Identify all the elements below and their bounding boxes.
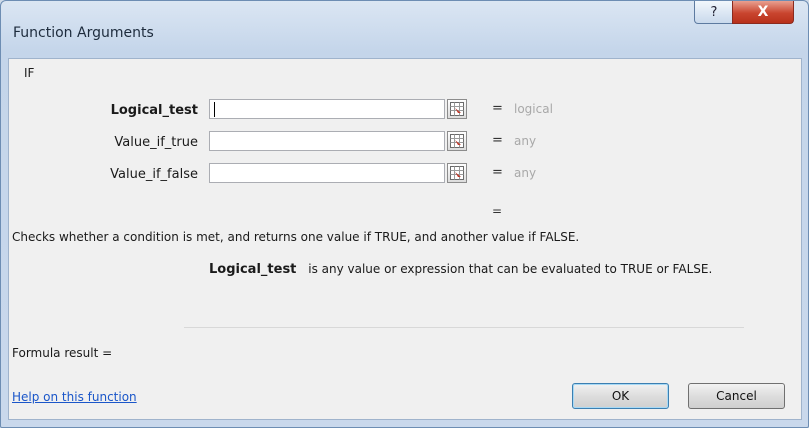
argument-description-name: Logical_test — [209, 262, 297, 277]
evaluated-type-any: any — [514, 166, 537, 180]
equals-sign: = — [492, 101, 503, 116]
logical-test-range-button[interactable] — [447, 99, 467, 119]
function-description: Checks whether a condition is met, and r… — [12, 230, 580, 244]
value-if-false-input[interactable] — [209, 163, 445, 183]
dialog-title: Function Arguments — [13, 25, 154, 41]
collapse-dialog-icon — [450, 166, 464, 180]
ok-button[interactable]: OK — [572, 383, 669, 409]
close-icon: X — [757, 4, 769, 20]
formula-result-label: Formula result = — [12, 346, 113, 360]
collapse-dialog-icon — [450, 134, 464, 148]
collapse-dialog-icon — [450, 102, 464, 116]
cancel-button[interactable]: Cancel — [688, 383, 785, 409]
argument-label-value-if-false: Value_if_false — [110, 167, 198, 182]
value-if-false-range-button[interactable] — [447, 163, 467, 183]
equals-sign: = — [492, 133, 503, 148]
equals-sign: = — [492, 165, 503, 180]
evaluated-type-any: any — [514, 134, 537, 148]
text-caret — [214, 102, 215, 117]
argument-description-text: is any value or expression that can be e… — [308, 262, 713, 276]
argument-description: Logical_test is any value or expression … — [209, 262, 712, 277]
evaluated-type-logical: logical — [514, 102, 553, 116]
help-on-this-function-link[interactable]: Help on this function — [12, 390, 137, 404]
value-if-true-range-button[interactable] — [447, 131, 467, 151]
question-mark-icon: ? — [710, 4, 718, 20]
help-button[interactable]: ? — [694, 1, 734, 24]
value-if-true-input[interactable] — [209, 131, 445, 151]
close-button[interactable]: X — [732, 1, 794, 24]
function-result-equals: = — [492, 204, 503, 218]
argument-label-logical-test: Logical_test — [110, 103, 198, 118]
divider — [184, 327, 744, 328]
function-name: IF — [24, 66, 35, 80]
argument-label-value-if-true: Value_if_true — [114, 135, 198, 150]
logical-test-input[interactable] — [209, 99, 445, 119]
